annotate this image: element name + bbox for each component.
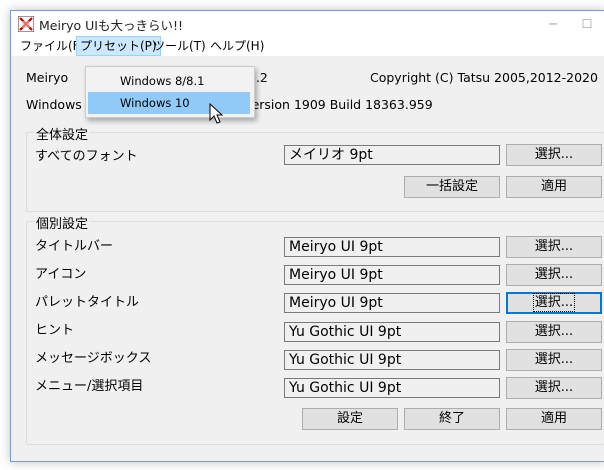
- font-field-menu-items[interactable]: Yu Gothic UI 9pt: [284, 378, 500, 398]
- row-label-message-box: メッセージボックス: [35, 351, 152, 366]
- select-button-message-box[interactable]: 選択...: [506, 349, 602, 371]
- title-bar[interactable]: Meiryo UIも大っきらい!! ─ ☐: [11, 11, 604, 36]
- bulk-set-button[interactable]: 一括設定: [404, 176, 500, 198]
- row-label-palette-title: パレットタイトル: [35, 295, 140, 310]
- preset-dropdown-menu: Windows 8/8.1 Windows 10: [85, 66, 255, 118]
- mouse-cursor-icon: [209, 103, 224, 124]
- os-version-text: Version 1909 Build 18363.959: [244, 97, 433, 112]
- preset-windows-10[interactable]: Windows 10: [88, 92, 250, 114]
- menu-preset[interactable]: プリセット(P): [76, 36, 161, 56]
- menu-bar: ファイル(F) プリセット(P) ツール(T) ヘルプ(H): [11, 36, 604, 56]
- os-text-prefix: Windows: [26, 97, 82, 112]
- select-button-menu-items[interactable]: 選択...: [506, 377, 602, 399]
- all-fonts-field[interactable]: メイリオ 9pt: [284, 145, 500, 165]
- select-button-palette-title[interactable]: 選択...: [506, 292, 602, 314]
- row-label-hint: ヒント: [35, 323, 75, 338]
- settings-button[interactable]: 設定: [302, 408, 398, 430]
- apply-button[interactable]: 適用: [506, 408, 602, 430]
- select-button-icon[interactable]: 選択...: [506, 264, 602, 286]
- select-button-hint[interactable]: 選択...: [506, 321, 602, 343]
- row-label-titlebar: タイトルバー: [35, 239, 114, 254]
- select-button-palette-title-label: 選択...: [532, 293, 576, 312]
- row-label-menu-items: メニュー/選択項目: [35, 379, 144, 394]
- all-settings-label: 全体設定: [34, 124, 91, 143]
- minimize-button[interactable]: ─: [537, 11, 569, 36]
- row-label-icon: アイコン: [35, 267, 87, 282]
- font-field-hint[interactable]: Yu Gothic UI 9pt: [284, 322, 500, 342]
- app-name-text: Meiryo: [26, 70, 69, 85]
- app-window: Meiryo UIも大っきらい!! ─ ☐ ファイル(F) プリセット(P) ツ…: [10, 10, 604, 462]
- all-fonts-select-button[interactable]: 選択...: [506, 144, 602, 166]
- all-fonts-label: すべてのフォント: [35, 149, 138, 164]
- all-apply-button[interactable]: 適用: [506, 176, 602, 198]
- copyright-text: Copyright (C) Tatsu 2005,2012-2020: [370, 70, 598, 85]
- select-button-titlebar[interactable]: 選択...: [506, 236, 602, 258]
- preset-windows-8[interactable]: Windows 8/8.1: [88, 70, 250, 92]
- maximize-button[interactable]: ☐: [571, 11, 603, 36]
- font-field-titlebar[interactable]: Meiryo UI 9pt: [284, 237, 500, 257]
- exit-button[interactable]: 終了: [404, 408, 500, 430]
- menu-help[interactable]: ヘルプ(H): [207, 37, 267, 55]
- menu-tools[interactable]: ツール(T): [150, 37, 209, 55]
- window-title: Meiryo UIも大っきらい!!: [39, 18, 183, 33]
- individual-settings-label: 個別設定: [34, 213, 91, 232]
- app-icon: [18, 16, 34, 32]
- font-field-palette-title[interactable]: Meiryo UI 9pt: [284, 293, 500, 313]
- font-field-message-box[interactable]: Yu Gothic UI 9pt: [284, 350, 500, 370]
- font-field-icon[interactable]: Meiryo UI 9pt: [284, 265, 500, 285]
